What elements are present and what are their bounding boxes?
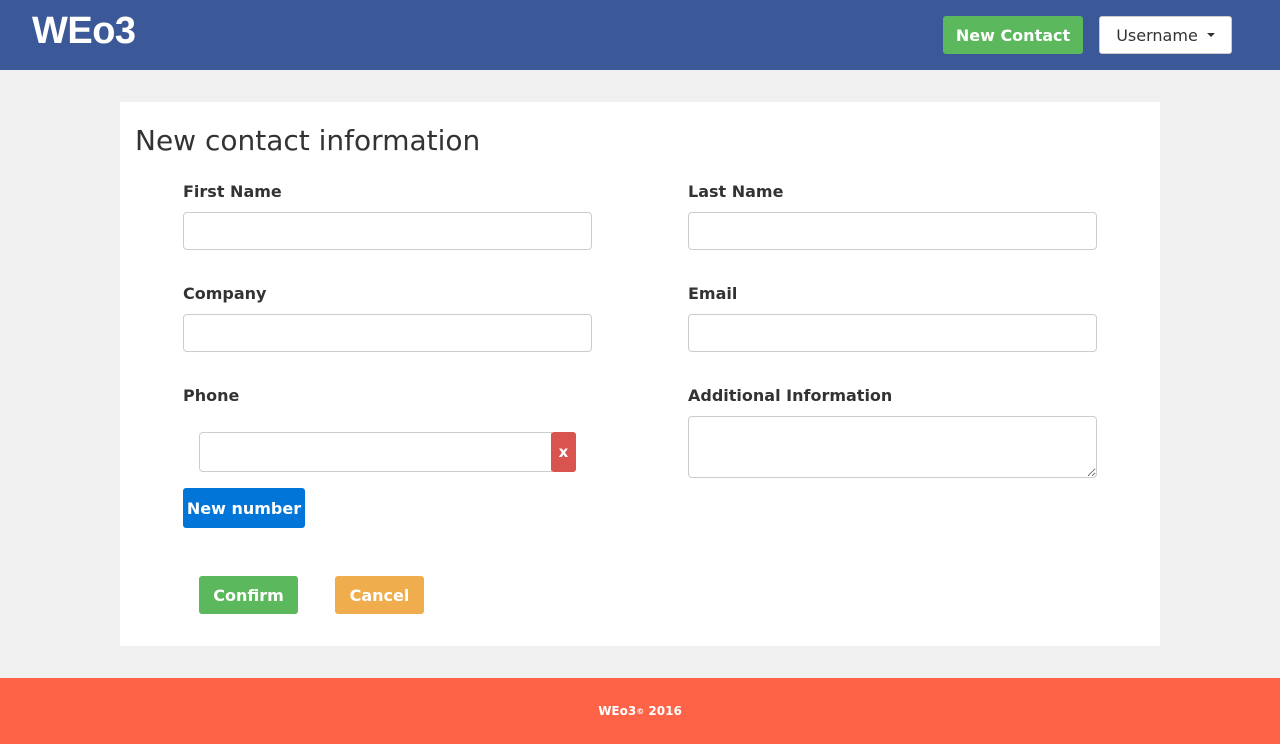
email-label: Email [688, 284, 738, 303]
copyright-symbol: © [636, 706, 645, 716]
additional-info-label: Additional Information [688, 386, 893, 405]
company-label: Company [183, 284, 267, 303]
user-menu-button[interactable]: Username [1099, 16, 1232, 54]
phone-field[interactable] [199, 432, 552, 472]
remove-phone-button[interactable]: x [551, 432, 576, 472]
new-contact-button[interactable]: New Contact [943, 16, 1083, 54]
first-name-field[interactable] [183, 212, 592, 250]
phone-label: Phone [183, 386, 240, 405]
additional-info-field[interactable] [688, 416, 1097, 478]
email-field[interactable] [688, 314, 1097, 352]
first-name-label: First Name [183, 182, 282, 201]
brand-logo[interactable]: WEo3 [32, 10, 136, 53]
company-field[interactable] [183, 314, 592, 352]
navbar: WEo3 New Contact Username [0, 0, 1280, 70]
confirm-button[interactable]: Confirm [199, 576, 298, 614]
footer-year: 2016 [648, 704, 682, 718]
cancel-button[interactable]: Cancel [335, 576, 424, 614]
last-name-label: Last Name [688, 182, 784, 201]
contact-form-panel: New contact information First Name Last … [120, 102, 1160, 646]
footer: WEo3 © 2016 [0, 678, 1280, 744]
last-name-field[interactable] [688, 212, 1097, 250]
page-title: New contact information [135, 124, 481, 157]
caret-down-icon [1206, 33, 1215, 37]
footer-brand: WEo3 [598, 704, 637, 718]
user-menu-label: Username [1116, 25, 1198, 45]
new-number-button[interactable]: New number [183, 488, 305, 528]
